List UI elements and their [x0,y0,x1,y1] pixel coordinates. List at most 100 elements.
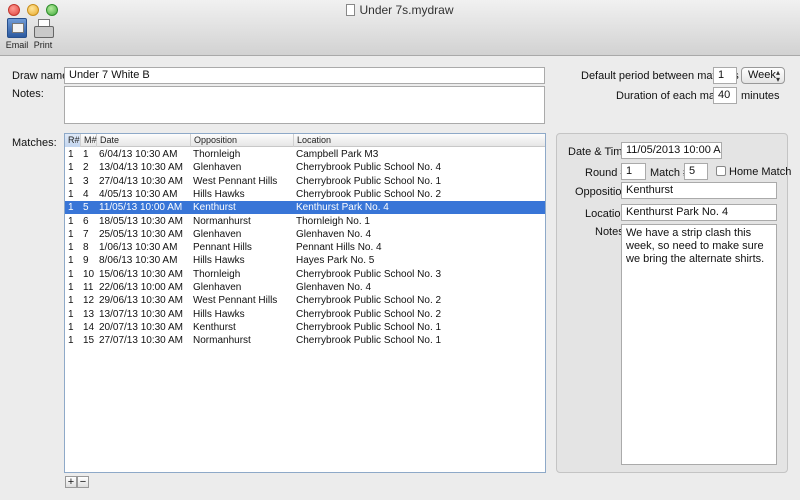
opposition-cell: Glenhaven [193,228,242,240]
matches-table[interactable]: R# M# Date Opposition Location 1 1 6/04/13… [64,133,546,473]
opposition-cell: Hills Hawks [193,255,245,267]
email-label: Email [5,40,29,50]
date-cell: 6/04/13 10:30 AM [99,149,178,160]
table-row[interactable]: 1 10 15/06/13 10:30 AM Thornleigh Cherrybroo… [65,268,545,281]
table-row[interactable]: 1 6 18/05/13 10:30 AM Normanhurst Thornleigh… [65,215,545,228]
opposition-cell: Kenthurst [193,202,236,214]
add-match-button[interactable]: + [65,476,77,488]
table-row[interactable]: 1 12 29/06/13 10:30 AM West Pennant Hills Ch… [65,294,545,307]
duration-field[interactable]: 40 [713,87,737,104]
round-cell: 1 [68,255,74,267]
table-row[interactable]: 1 5 11/05/13 10:00 AM Kenthurst Kenthurst Pa… [65,201,545,215]
opposition-field[interactable]: Kenthurst [621,182,777,199]
match-cell: 9 [83,255,89,267]
matches-label: Matches: [12,137,57,149]
email-icon [7,18,27,38]
period-unit-value: Week [748,69,776,81]
table-row[interactable]: 1 14 20/07/13 10:30 AM Kenthurst Cherrybrook… [65,321,545,334]
home-match-checkbox[interactable] [716,166,726,176]
match-cell: 2 [83,162,89,174]
datetime-label: Date & Time [568,146,629,158]
draw-name-field[interactable]: Under 7 White B [64,67,545,84]
table-row[interactable]: 1 8 1/06/13 10:30 AM Pennant Hills Pennant H… [65,241,545,254]
table-row[interactable]: 1 2 13/04/13 10:30 AM Glenhaven Cherrybrook … [65,161,545,174]
match-cell: 12 [83,295,95,307]
table-row[interactable]: 1 7 25/05/13 10:30 AM Glenhaven Glenhaven No… [65,228,545,241]
date-cell: 13/04/13 10:30 AM [99,162,183,174]
opposition-cell: Hills Hawks [193,308,245,320]
date-cell: 11/05/13 10:00 AM [99,202,183,214]
round-cell: 1 [68,188,74,200]
opposition-cell: Hills Hawks [193,188,245,200]
table-row[interactable]: 1 4 4/05/13 10:30 AM Hills Hawks Cherrybrook… [65,188,545,201]
column-header-location[interactable]: Location [294,134,545,147]
document-icon [346,4,356,16]
table-row[interactable]: 1 13 13/07/13 10:30 AM Hills Hawks Cherrybro… [65,308,545,321]
period-unit-popup[interactable]: Week ▴ ▾ [741,67,785,84]
round-cell: 1 [68,335,74,347]
round-cell: 1 [68,242,74,254]
print-button[interactable]: Print [26,18,60,50]
column-header-date[interactable]: Date [97,134,191,147]
match-cell: 11 [83,282,94,293]
notes-textarea[interactable] [64,86,545,124]
printer-icon [33,18,54,38]
table-row[interactable]: 1 9 8/06/13 10:30 AM Hills Hawks Hayes Park … [65,254,545,267]
window-title-text: Under 7s.mydraw [359,3,454,17]
details-notes-label: Notes [595,226,624,238]
location-cell: Cherrybrook Public School No. 2 [296,308,442,320]
match-cell: 1 [83,149,89,160]
match-cell: 3 [83,175,89,187]
column-header-match[interactable]: M# [81,134,97,147]
location-cell: Cherrybrook Public School No. 1 [296,321,442,333]
duration-unit-label: minutes [741,90,780,102]
location-cell: Cherrybrook Public School No. 2 [296,188,442,200]
default-period-field[interactable]: 1 [713,67,737,84]
match-cell: 6 [83,215,89,227]
date-cell: 20/07/13 10:30 AM [99,321,183,333]
date-cell: 27/04/13 10:30 AM [99,175,183,187]
column-header-round[interactable]: R# [65,134,81,147]
round-field[interactable]: 1 [621,163,646,180]
match-cell: 4 [83,188,89,200]
opposition-cell: West Pennant Hills [193,175,278,187]
datetime-field[interactable]: 11/05/2013 10:00 AM [621,142,722,159]
location-cell: Campbell Park M3 [296,149,379,160]
location-field[interactable]: Kenthurst Park No. 4 [621,204,777,221]
round-cell: 1 [68,202,74,214]
date-cell: 8/06/13 10:30 AM [99,255,178,267]
table-row[interactable]: 1 11 22/06/13 10:00 AM Glenhaven Glenhaven N… [65,281,545,294]
match-cell: 5 [83,202,89,214]
table-row[interactable]: 1 1 6/04/13 10:30 AM Thornleigh Campbell Par… [65,148,545,161]
opposition-cell: Thornleigh [193,268,241,280]
match-cell: 13 [83,308,95,320]
table-row[interactable]: 1 15 27/07/13 10:30 AM Normanhurst Cherrybro… [65,334,545,347]
match-cell: 7 [83,228,89,240]
match-cell: 8 [83,242,89,254]
match-cell: 15 [83,335,95,347]
table-row[interactable]: 1 3 27/04/13 10:30 AM West Pennant Hills Che… [65,175,545,188]
location-cell: Cherrybrook Public School No. 1 [296,335,442,347]
match-number-field[interactable]: 5 [684,163,708,180]
date-cell: 13/07/13 10:30 AM [99,308,183,320]
round-cell: 1 [68,282,74,293]
column-header-opposition[interactable]: Opposition [191,134,294,147]
remove-match-button[interactable]: − [77,476,89,488]
opposition-cell: Kenthurst [193,321,236,333]
opposition-cell: West Pennant Hills [193,295,278,307]
date-cell: 15/06/13 10:30 AM [99,268,183,280]
draw-name-label: Draw name: [12,70,72,82]
opposition-label: Opposition [575,186,628,198]
round-cell: 1 [68,268,74,280]
details-notes-textarea[interactable]: We have a strip clash this week, so need… [621,224,777,465]
round-cell: 1 [68,162,74,174]
opposition-cell: Thornleigh [193,149,241,160]
table-header: R# M# Date Opposition Location [65,134,545,147]
location-cell: Glenhaven No. 4 [296,282,372,293]
location-cell: Cherrybrook Public School No. 3 [296,268,442,280]
location-cell: Glenhaven No. 4 [296,228,372,240]
opposition-cell: Glenhaven [193,162,242,174]
round-cell: 1 [68,175,74,187]
print-label: Print [33,40,53,50]
round-cell: 1 [68,308,74,320]
